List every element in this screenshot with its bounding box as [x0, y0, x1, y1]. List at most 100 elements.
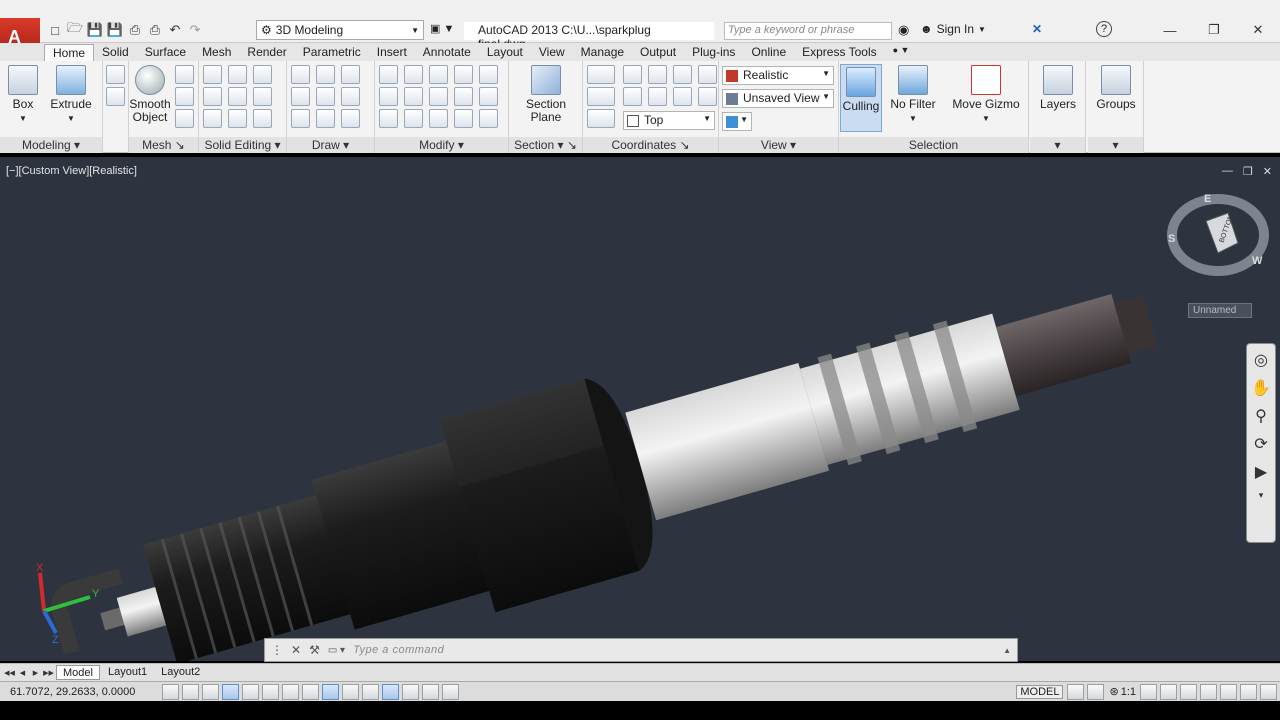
ucs-3point-icon[interactable] [673, 65, 692, 84]
ucs-y-icon[interactable] [648, 87, 667, 106]
mirror-icon[interactable] [454, 109, 473, 128]
box-button[interactable]: Box ▼ [2, 65, 44, 125]
workspace-switching-icon[interactable] [1180, 683, 1197, 700]
ucs-menu-button[interactable]: Unnamed [1188, 303, 1252, 318]
isolate-objects-icon[interactable] [1240, 683, 1257, 700]
move-icon[interactable] [429, 65, 448, 84]
move-gizmo-button[interactable]: Move Gizmo ▼ [949, 65, 1023, 125]
nav-bar-options-icon[interactable]: ▾ [1259, 490, 1264, 501]
lock-icon[interactable] [1200, 683, 1217, 700]
ucs-object-icon[interactable] [698, 65, 717, 84]
help-icon[interactable]: ? [1096, 21, 1112, 37]
layers-button[interactable]: Layers [1037, 65, 1079, 111]
erase-icon[interactable] [479, 87, 498, 106]
exchange-icon[interactable]: ✕ [1032, 22, 1042, 36]
mesh-panel-title[interactable]: Mesh ↘ [129, 137, 198, 153]
first-layout-icon[interactable]: ◀◀ [4, 667, 15, 679]
ucs-origin-icon[interactable] [623, 65, 642, 84]
tab-surface[interactable]: Surface [137, 44, 194, 61]
viewport-config-dropdown[interactable]: ▼ [722, 112, 752, 131]
polyline-icon[interactable] [291, 65, 310, 84]
draw-panel-title[interactable]: Draw ▾ [287, 137, 374, 153]
orbit-icon[interactable]: ⟳ [1254, 434, 1267, 454]
tab-render[interactable]: Render [239, 44, 294, 61]
groups-expand-icon[interactable]: ▾ [1088, 137, 1143, 153]
view-panel-title[interactable]: View ▾ [719, 137, 838, 153]
infer-constraints-icon[interactable] [162, 683, 179, 700]
redo-icon[interactable]: ↷ [186, 21, 204, 39]
revolve-icon[interactable] [106, 87, 125, 106]
drawing-viewport[interactable]: [−][Custom View][Realistic] — ❐ ✕ X Y Z … [0, 157, 1280, 661]
polar-tracking-icon[interactable] [242, 683, 259, 700]
culling-button[interactable]: Culling [840, 64, 882, 132]
sign-in-button[interactable]: ☻ Sign In ▼ [920, 22, 986, 36]
ucs-x-icon[interactable] [648, 65, 667, 84]
solid-editing-panel-title[interactable]: Solid Editing ▾ [199, 137, 286, 153]
intersect-icon[interactable] [203, 109, 222, 128]
plot-preview-icon[interactable]: ⎙ [126, 21, 144, 39]
pan-hand-icon[interactable]: ✋ [1251, 378, 1271, 398]
modeling-panel-title[interactable]: Modeling ▾ [0, 137, 102, 153]
lineweight-icon[interactable] [362, 683, 379, 700]
grid-display-icon[interactable] [202, 683, 219, 700]
command-line-grip-icon[interactable]: ⋮ [271, 643, 283, 657]
tab-layout2[interactable]: Layout2 [155, 665, 206, 680]
coordinate-display[interactable]: 61.7072, 29.2633, 0.0000 [0, 686, 162, 698]
visual-style-dropdown[interactable]: Realistic ▼ [722, 66, 834, 85]
workspace-dropdown[interactable]: ⚙ 3D Modeling ▼ [256, 20, 424, 40]
align-icon[interactable] [404, 109, 423, 128]
hatch-icon[interactable] [316, 65, 335, 84]
ribbon-minimize-icon[interactable]: ● ▼ [885, 44, 918, 61]
undo-icon[interactable]: ↶ [166, 21, 184, 39]
annotation-scale-icon[interactable]: ⊛ [1109, 685, 1118, 698]
new-icon[interactable]: □ [46, 21, 64, 39]
polygon-icon[interactable] [291, 109, 310, 128]
no-filter-button[interactable]: No Filter ▼ [887, 65, 939, 125]
coordinates-panel-title[interactable]: Coordinates ↘ [583, 137, 718, 153]
tab-express-tools[interactable]: Express Tools [794, 44, 884, 61]
steering-wheel-icon[interactable]: ◎ [1254, 350, 1268, 370]
selection-panel-title[interactable]: Selection [839, 137, 1028, 153]
ortho-mode-icon[interactable] [222, 683, 239, 700]
ucs-world-icon[interactable] [587, 65, 615, 84]
tab-online[interactable]: Online [743, 44, 794, 61]
chevron-up-icon[interactable]: ▲ [1003, 646, 1011, 655]
plot-icon[interactable]: ⎙ [146, 21, 164, 39]
tab-view[interactable]: View [531, 44, 573, 61]
close-icon[interactable]: ✕ [1244, 20, 1272, 40]
circle-icon[interactable] [341, 87, 360, 106]
chamfer-icon[interactable] [454, 87, 473, 106]
offset-icon[interactable] [404, 65, 423, 84]
viewcube[interactable]: BOTTOM E S W [1166, 193, 1270, 277]
named-view-dropdown[interactable]: Unsaved View ▼ [722, 89, 834, 108]
extract-edges-icon[interactable] [228, 65, 247, 84]
tab-layout[interactable]: Layout [479, 44, 531, 61]
trim-icon[interactable] [479, 65, 498, 84]
separate-icon[interactable] [253, 87, 272, 106]
model-space-button[interactable]: MODEL [1016, 684, 1064, 699]
help-search-input[interactable]: Type a keyword or phrase [724, 22, 892, 40]
spline-icon[interactable] [291, 87, 310, 106]
save-as-icon[interactable]: 💾 [106, 21, 124, 39]
wrench-icon[interactable]: ⚒ [309, 643, 320, 657]
3d-object-snap-icon[interactable] [282, 683, 299, 700]
recent-commands-icon[interactable]: ▭ ▾ [328, 645, 345, 656]
last-layout-icon[interactable]: ▶▶ [43, 667, 54, 679]
object-snap-tracking-icon[interactable] [302, 683, 319, 700]
smooth-object-button[interactable]: Smooth Object [129, 65, 171, 124]
next-layout-icon[interactable]: ▶ [30, 667, 41, 679]
tab-parametric[interactable]: Parametric [295, 44, 369, 61]
ucs-previous-icon[interactable] [623, 87, 642, 106]
copy-icon[interactable] [454, 65, 473, 84]
hardware-acceleration-icon[interactable] [1220, 683, 1237, 700]
extrude-faces-icon[interactable] [253, 65, 272, 84]
close-icon[interactable]: ✕ [291, 643, 301, 657]
dynamic-input-icon[interactable] [342, 683, 359, 700]
rotate-3d-icon[interactable] [379, 87, 398, 106]
line-segment-icon[interactable] [316, 87, 335, 106]
ucs-preset-dropdown[interactable]: Top ▼ [623, 111, 715, 130]
tab-output[interactable]: Output [632, 44, 684, 61]
auto-scale-icon[interactable] [1160, 683, 1177, 700]
transparency-icon[interactable] [382, 683, 399, 700]
rectangle-icon[interactable] [316, 109, 335, 128]
